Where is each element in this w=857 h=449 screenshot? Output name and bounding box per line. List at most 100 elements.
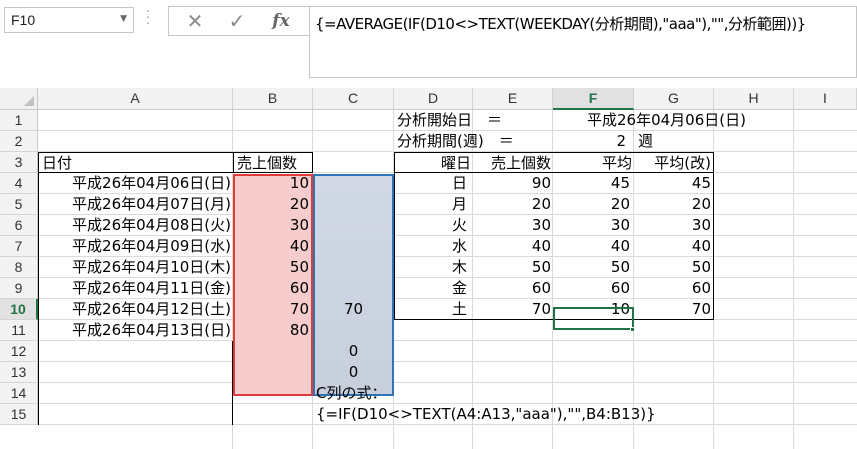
column-header-h[interactable]: H	[714, 88, 794, 110]
sales-cell-right[interactable]: 90	[473, 173, 553, 194]
row-header-6[interactable]: 6	[0, 215, 38, 236]
active-cell-border	[553, 307, 634, 330]
column-c-note-formula[interactable]: {=IF(D10<>TEXT(A4:A13,"aaa"),"",B4:B13)}	[313, 404, 714, 425]
select-all-button[interactable]	[0, 88, 38, 110]
start-date-label[interactable]: 分析開始日 ＝	[394, 110, 553, 131]
column-header-b[interactable]: B	[233, 88, 313, 110]
row-header-15[interactable]: 15	[0, 404, 38, 425]
column-c-note-label[interactable]: C列の式：	[313, 383, 553, 404]
column-c-value[interactable]: 70	[313, 299, 394, 320]
fill-handle[interactable]	[630, 327, 635, 332]
table-empty-row	[38, 383, 233, 404]
column-header-f[interactable]: F	[553, 88, 634, 110]
sales-cell-right[interactable]: 70	[473, 299, 553, 320]
sales-cell-right[interactable]: 40	[473, 236, 553, 257]
period-unit[interactable]: 週	[634, 131, 714, 152]
average-header[interactable]: 平均	[553, 152, 634, 173]
column-header-e[interactable]: E	[473, 88, 553, 110]
sales-cell[interactable]: 60	[233, 278, 313, 299]
table-empty-row	[38, 362, 233, 383]
column-header-c[interactable]: C	[313, 88, 394, 110]
formula-input[interactable]: {=AVERAGE(IF(D10<>TEXT(WEEKDAY(分析期間),"aa…	[309, 6, 857, 78]
weekday-cell[interactable]: 水	[394, 236, 473, 257]
cancel-icon[interactable]: ✕	[175, 7, 215, 35]
row-header-5[interactable]: 5	[0, 194, 38, 215]
date-cell[interactable]: 平成26年04月11日(金)	[38, 278, 233, 299]
row-header-11[interactable]: 11	[0, 320, 38, 341]
average-cell[interactable]: 30	[553, 215, 634, 236]
average-fixed-cell[interactable]: 20	[634, 194, 714, 215]
sales-cell[interactable]: 40	[233, 236, 313, 257]
average-fixed-cell[interactable]: 50	[634, 257, 714, 278]
column-header-i[interactable]: I	[794, 88, 857, 110]
average-fixed-cell[interactable]: 60	[634, 278, 714, 299]
weekday-cell[interactable]: 日	[394, 173, 473, 194]
column-header-d[interactable]: D	[394, 88, 473, 110]
date-cell[interactable]: 平成26年04月07日(月)	[38, 194, 233, 215]
average-fixed-cell[interactable]: 70	[634, 299, 714, 320]
average-cell[interactable]: 40	[553, 236, 634, 257]
sales-cell[interactable]: 50	[233, 257, 313, 278]
sales-cell[interactable]: 30	[233, 215, 313, 236]
start-date-value[interactable]: 平成26年04月06日(日)	[553, 110, 794, 131]
worksheet-grid[interactable]: ABCDEFGHI 1 2 3 4 5 6 7 8 9 10 11 12 13 14 15 分析開始日 ＝平…	[0, 88, 857, 449]
row-header-14[interactable]: 14	[0, 383, 38, 404]
enter-icon[interactable]: ✓	[217, 7, 257, 35]
chevron-down-icon[interactable]: ▼	[120, 14, 127, 24]
date-cell[interactable]: 平成26年04月08日(火)	[38, 215, 233, 236]
row-header-10[interactable]: 10	[0, 299, 38, 320]
formula-text: {=AVERAGE(IF(D10<>TEXT(WEEKDAY(分析期間),"aa…	[315, 15, 806, 33]
column-c-value[interactable]: 0	[313, 362, 394, 383]
date-cell[interactable]: 平成26年04月06日(日)	[38, 173, 233, 194]
table-empty-row	[38, 341, 233, 362]
average-fixed-cell[interactable]: 40	[634, 236, 714, 257]
sales-cell[interactable]: 70	[233, 299, 313, 320]
period-value[interactable]: 2	[553, 131, 634, 152]
insert-function-icon[interactable]: fx	[261, 7, 301, 35]
sales-cell[interactable]: 10	[233, 173, 313, 194]
sales-header[interactable]: 売上個数	[233, 152, 313, 173]
sales-cell-right[interactable]: 20	[473, 194, 553, 215]
column-c-value[interactable]: 0	[313, 341, 394, 362]
drag-handle-icon[interactable]: · · ·	[146, 6, 152, 31]
sales-header-right[interactable]: 売上個数	[473, 152, 553, 173]
average-fixed-cell[interactable]: 45	[634, 173, 714, 194]
row-header-1[interactable]: 1	[0, 110, 38, 131]
row-header-7[interactable]: 7	[0, 236, 38, 257]
weekday-cell[interactable]: 火	[394, 215, 473, 236]
row-header-8[interactable]: 8	[0, 257, 38, 278]
average-cell[interactable]: 60	[553, 278, 634, 299]
date-cell[interactable]: 平成26年04月13日(日)	[38, 320, 233, 341]
row-header-9[interactable]: 9	[0, 278, 38, 299]
row-header-2[interactable]: 2	[0, 131, 38, 152]
name-box[interactable]: F10 ▼	[4, 7, 134, 33]
sales-cell[interactable]: 80	[233, 320, 313, 341]
weekday-cell[interactable]: 木	[394, 257, 473, 278]
table-empty-row	[38, 404, 233, 425]
average-cell[interactable]: 45	[553, 173, 634, 194]
column-header-g[interactable]: G	[634, 88, 714, 110]
sales-cell-right[interactable]: 60	[473, 278, 553, 299]
weekday-cell[interactable]: 月	[394, 194, 473, 215]
weekday-cell[interactable]: 土	[394, 299, 473, 320]
average-fixed-cell[interactable]: 30	[634, 215, 714, 236]
row-header-12[interactable]: 12	[0, 341, 38, 362]
average-cell[interactable]: 50	[553, 257, 634, 278]
average-fixed-header[interactable]: 平均(改)	[634, 152, 714, 173]
sales-cell-right[interactable]: 50	[473, 257, 553, 278]
row-header-3[interactable]: 3	[0, 152, 38, 173]
sales-cell[interactable]: 20	[233, 194, 313, 215]
row-header-4[interactable]: 4	[0, 173, 38, 194]
date-cell[interactable]: 平成26年04月12日(土)	[38, 299, 233, 320]
period-label[interactable]: 分析期間(週) ＝	[394, 131, 553, 152]
row-header-13[interactable]: 13	[0, 362, 38, 383]
date-header[interactable]: 日付	[38, 152, 233, 173]
weekday-header[interactable]: 曜日	[394, 152, 473, 173]
average-cell[interactable]: 20	[553, 194, 634, 215]
sales-cell-right[interactable]: 30	[473, 215, 553, 236]
column-header-a[interactable]: A	[38, 88, 233, 110]
date-cell[interactable]: 平成26年04月09日(水)	[38, 236, 233, 257]
date-cell[interactable]: 平成26年04月10日(木)	[38, 257, 233, 278]
weekday-cell[interactable]: 金	[394, 278, 473, 299]
name-box-value: F10	[11, 12, 36, 28]
